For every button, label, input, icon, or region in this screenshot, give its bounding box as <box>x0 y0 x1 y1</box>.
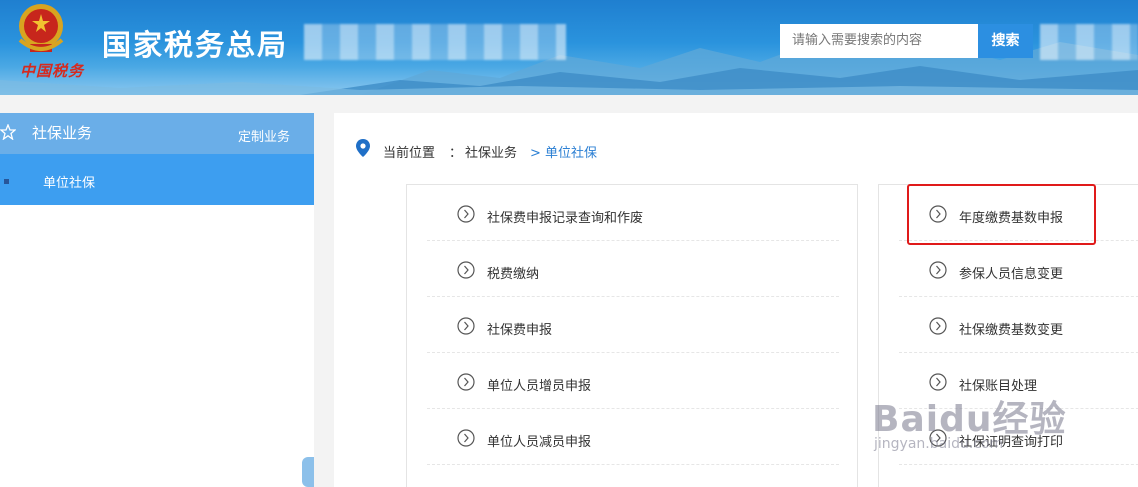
breadcrumb-separator: ： <box>449 146 463 161</box>
chevron-right-icon <box>457 429 475 447</box>
highlight-box <box>907 184 1096 245</box>
menu-item-staff-increase[interactable]: 单位人员增员申报 <box>427 353 839 409</box>
chevron-right-icon <box>457 317 475 335</box>
chevron-right-icon <box>457 373 475 391</box>
menu-item-record-query[interactable]: 社保费申报记录查询和作废 <box>427 185 839 241</box>
menu-item-label: 参保人员信息变更 <box>959 267 1064 282</box>
star-icon[interactable] <box>0 124 16 140</box>
menu-item-base-change[interactable]: 社保缴费基数变更 <box>899 297 1138 353</box>
watermark-url: jingyan.baidu.com <box>874 436 1004 452</box>
national-emblem-icon <box>18 4 64 52</box>
watermark-logo-text: Baidu经验 <box>872 399 1067 440</box>
sidebar: 社保业务 定制业务 单位社保 <box>0 113 314 487</box>
chevron-right-icon <box>457 205 475 223</box>
sidebar-item-unit-social-security[interactable]: 单位社保 <box>0 154 314 205</box>
menu-item-label: 社保缴费基数变更 <box>959 323 1064 338</box>
menu-item-label: 社保费申报记录查询和作废 <box>487 211 644 226</box>
breadcrumb-social-security[interactable]: 社保业务 <box>465 142 517 161</box>
divider <box>899 464 1138 465</box>
custom-business-link[interactable]: 定制业务 <box>238 126 290 145</box>
breadcrumb-unit-social-security[interactable]: > 单位社保 <box>530 142 597 161</box>
site-title: 国家税务总局 <box>102 28 289 62</box>
chevron-right-icon <box>457 261 475 279</box>
watermark: Baidu经验 jingyan.baidu.com <box>872 390 1067 452</box>
menu-item-label: 税费缴纳 <box>487 267 540 282</box>
logo-script-text: 中国税务 <box>20 62 85 80</box>
menu-item-staff-decrease[interactable]: 单位人员减员申报 <box>427 409 839 465</box>
blurred-region <box>1040 24 1138 60</box>
menu-item-tax-payment[interactable]: 税费缴纳 <box>427 241 839 297</box>
chevron-right-icon <box>929 317 947 335</box>
divider <box>427 464 839 465</box>
sidebar-title: 社保业务 <box>32 124 93 142</box>
menu-item-social-fee-declaration[interactable]: 社保费申报 <box>427 297 839 353</box>
location-pin-icon <box>356 139 370 157</box>
search-button[interactable]: 搜索 <box>978 24 1033 58</box>
blurred-region <box>304 24 566 60</box>
sidebar-collapse-handle[interactable] <box>302 457 314 487</box>
search-input[interactable]: 请输入需要搜索的内容 <box>780 24 978 58</box>
sidebar-header: 社保业务 定制业务 <box>0 113 314 154</box>
menu-item-label: 单位人员减员申报 <box>487 435 592 450</box>
menu-item-label: 单位人员增员申报 <box>487 379 592 394</box>
menu-item-insured-info-change[interactable]: 参保人员信息变更 <box>899 241 1138 297</box>
chevron-right-icon <box>929 261 947 279</box>
chevron-right-icon <box>929 373 947 391</box>
bullet-icon <box>4 179 9 184</box>
breadcrumb-label: 当前位置 <box>383 146 436 161</box>
menu-item-label: 社保费申报 <box>487 323 553 338</box>
site-header: 中国税务 国家税务总局 请输入需要搜索的内容 搜索 <box>0 0 1138 95</box>
menu-panel-left: 社保费申报记录查询和作废 税费缴纳 社保费申报 单位人员增员申报 单位人员减员申… <box>406 184 858 487</box>
sidebar-item-label: 单位社保 <box>43 176 96 191</box>
